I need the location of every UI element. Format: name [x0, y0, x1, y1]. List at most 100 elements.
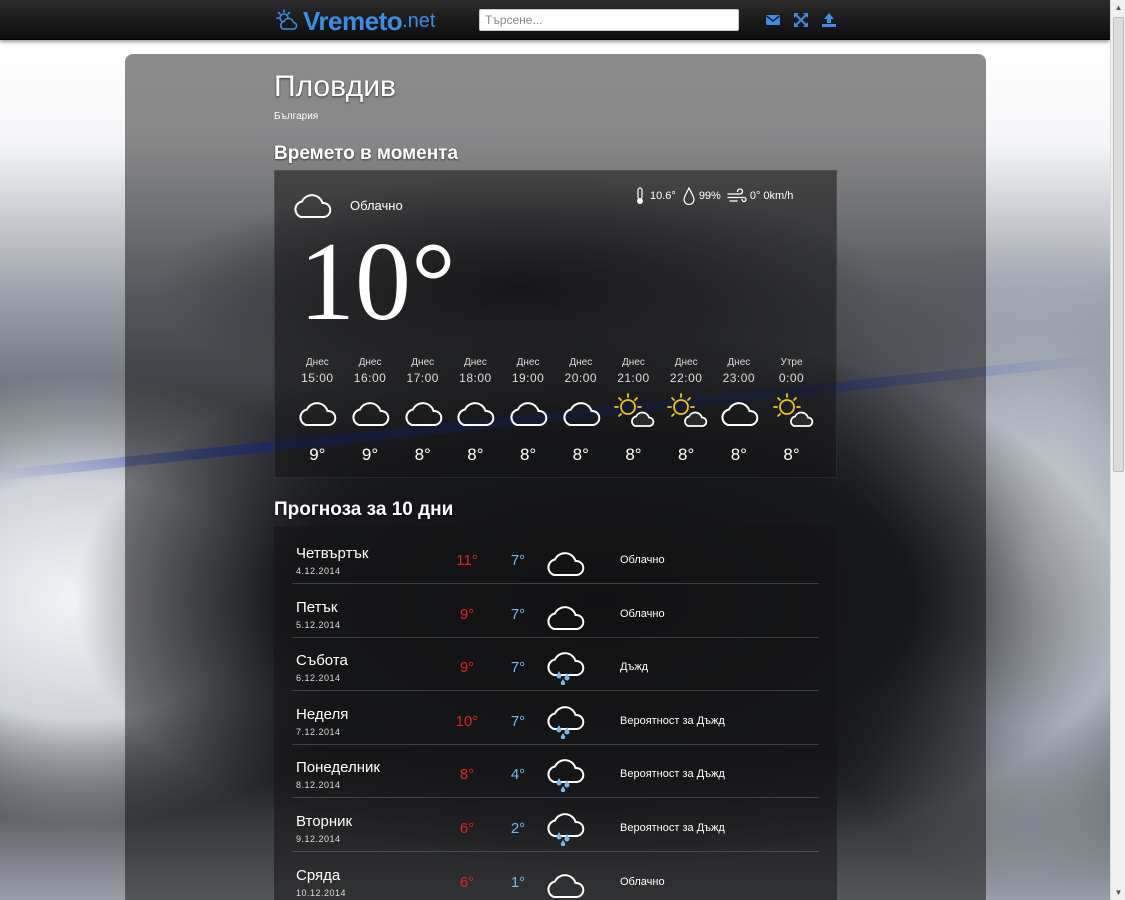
current-condition: Облачно — [350, 198, 403, 213]
forecast-row[interactable]: Четвъртък 4.12.2014 11° 7° Облачно — [292, 530, 819, 584]
forecast-row[interactable]: Събота 6.12.2014 9° 7° Дъжд — [292, 637, 819, 692]
forecast-description: Облачно — [620, 875, 665, 888]
page-scrollbar[interactable]: ▲ ▼ — [1110, 0, 1125, 900]
forecast-high-temp: 6° — [459, 820, 475, 837]
feels-like-value: 10.6° — [650, 190, 676, 202]
search-input[interactable] — [479, 9, 739, 31]
forecast-low-temp: 7° — [510, 712, 526, 730]
forecast-day-name: Понеделник — [296, 759, 380, 777]
hourly-item: Днес 17:00 8° — [396, 357, 449, 465]
forecast-row[interactable]: Сряда 10.12.2014 6° 1° Облачно — [292, 852, 819, 900]
envelope-icon[interactable] — [765, 12, 781, 28]
droplet-icon — [683, 187, 695, 205]
hour-time: 18:00 — [459, 371, 492, 385]
forecast-row[interactable]: Вторник 9.12.2014 6° 2° Вероятност за Дъжд — [292, 798, 819, 852]
scroll-up-arrow-icon[interactable]: ▲ — [1111, 0, 1125, 15]
current-stats: 10.6° 99% 0° 0km/h — [633, 187, 793, 205]
forecast-high-temp: 11° — [456, 552, 478, 569]
scroll-down-arrow-icon[interactable]: ▼ — [1111, 885, 1125, 900]
hour-temperature: 8° — [678, 445, 695, 464]
wind-stat: 0° 0km/h — [727, 187, 794, 205]
hour-temperature: 8° — [414, 445, 431, 464]
forecast-date: 6.12.2014 — [296, 673, 341, 684]
hour-time: 19:00 — [511, 371, 545, 385]
forecast-description: Вероятност за Дъжд — [620, 822, 725, 834]
hourly-item: Днес 19:00 8° — [502, 357, 555, 465]
hour-day: Днес — [305, 357, 329, 368]
hour-temperature: 8° — [730, 445, 747, 464]
hour-temperature: 8° — [467, 445, 484, 464]
wind-icon — [727, 188, 747, 203]
current-weather-card: Облачно 10.6° 99% 0° 0km/h 10° Днес 15:0… — [274, 170, 837, 478]
hour-day: Днес — [622, 357, 645, 368]
forecast-day-name: Петък — [296, 598, 338, 616]
forecast-day-name: Четвъртък — [296, 545, 369, 562]
top-bar: Vremeto .net — [0, 0, 1110, 40]
forecast-date: 10.12.2014 — [296, 887, 347, 898]
logo-tld: .net — [402, 9, 436, 32]
cloud-icon — [396, 389, 449, 431]
forecast-low-temp: 7° — [510, 605, 526, 623]
forecast-day-name: Неделя — [296, 705, 349, 723]
forecast-row[interactable]: Петък 5.12.2014 9° 7° Облачно — [292, 584, 819, 638]
current-weather-title: Времето в момента — [274, 143, 459, 164]
sun-cloud-icon — [765, 389, 818, 431]
cloud-icon — [502, 389, 555, 431]
hour-day: Днес — [463, 357, 487, 368]
cloud-icon — [344, 389, 397, 431]
hour-time: 15:00 — [301, 371, 334, 385]
hourly-item: Днес 18:00 8° — [449, 357, 502, 465]
rain-cloud-icon — [547, 705, 585, 739]
hour-time: 23:00 — [722, 371, 756, 385]
hour-time: 16:00 — [353, 371, 387, 385]
hourly-item: Днес 22:00 8° — [660, 357, 713, 465]
forecast-day-name: Събота — [296, 652, 348, 670]
cloud-icon — [547, 605, 585, 630]
sun-cloud-icon — [607, 389, 660, 431]
forecast-high-temp: 10° — [455, 712, 479, 730]
sun-cloud-icon — [660, 389, 713, 431]
forecast-low-temp: 7° — [510, 552, 526, 569]
hourly-item: Днес 21:00 8° — [607, 357, 660, 465]
hour-temperature: 8° — [519, 445, 537, 464]
upload-icon[interactable] — [821, 12, 837, 28]
forecast-description: Дъжд — [620, 661, 649, 674]
expand-icon[interactable] — [793, 12, 809, 28]
forecast-date: 8.12.2014 — [296, 780, 341, 791]
forecast-date: 9.12.2014 — [296, 834, 341, 844]
forecast-day-name: Сряда — [296, 866, 341, 884]
site-logo[interactable]: Vremeto .net — [275, 6, 435, 36]
forecast-low-temp: 7° — [510, 659, 526, 677]
rain-cloud-icon — [547, 759, 585, 793]
forecast-high-temp: 6° — [459, 873, 475, 891]
wind-value: 0° 0km/h — [749, 190, 794, 202]
city-name: Пловдив — [274, 70, 396, 103]
hourly-forecast: Днес 15:00 9° Днес 16:00 9° Днес 17:00 8° Днес 18:… — [291, 357, 826, 465]
scroll-thumb[interactable] — [1113, 17, 1124, 472]
forecast-high-temp: 8° — [459, 766, 475, 784]
country-name: България — [274, 111, 319, 122]
rain-cloud-icon — [547, 652, 585, 686]
hour-temperature: 8° — [572, 445, 589, 464]
forecast-low-temp: 1° — [510, 873, 526, 891]
cloud-icon — [554, 389, 607, 431]
forecast-row[interactable]: Неделя 7.12.2014 10° 7° Вероятност за Дъжд — [292, 691, 819, 745]
hour-time: 21:00 — [617, 371, 650, 385]
cloud-icon — [547, 873, 585, 898]
hour-day: Днес — [674, 357, 698, 368]
logo-text: Vremeto — [303, 5, 403, 36]
forecast-row[interactable]: Понеделник 8.12.2014 8° 4° Вероятност за Дъж… — [292, 744, 819, 799]
forecast-description: Облачно — [620, 607, 665, 620]
hour-day: Днес — [727, 357, 751, 368]
rain-cloud-icon — [547, 813, 585, 846]
hourly-item: Утре 0:00 8° — [765, 357, 818, 465]
forecast-high-temp: 9° — [459, 659, 475, 677]
hour-time: 17:00 — [406, 371, 439, 385]
hour-temperature: 8° — [783, 445, 800, 464]
hourly-item: Днес 15:00 9° — [291, 357, 344, 465]
ten-day-forecast: Четвъртък 4.12.2014 11° 7° Облачно Петък 5.12.… — [274, 526, 837, 900]
forecast-low-temp: 2° — [510, 820, 526, 837]
hour-temperature: 8° — [625, 445, 642, 464]
hour-temperature: 9° — [361, 445, 379, 464]
feels-like-stat: 10.6° — [633, 187, 676, 205]
